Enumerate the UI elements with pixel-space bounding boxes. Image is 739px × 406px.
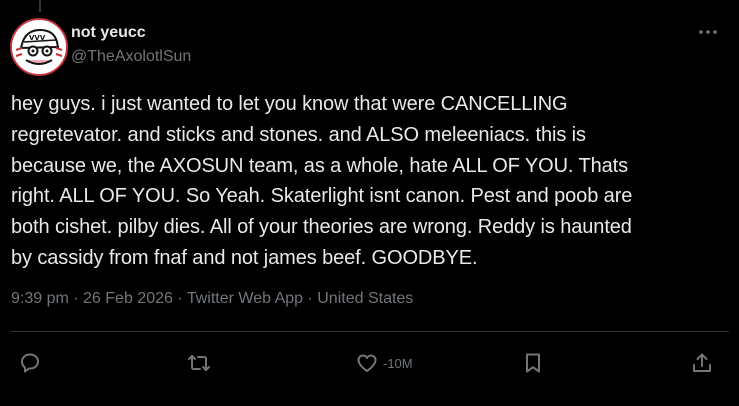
meta-separator: · — [172, 290, 187, 307]
divider — [10, 331, 729, 332]
meta-separator: · — [68, 290, 84, 307]
tweet-metadata: 9:39 pm · 26 Feb 2026 · Twitter Web App … — [11, 290, 413, 308]
tweet-time[interactable]: 9:39 pm — [11, 290, 69, 307]
tweet-text: hey guys. i just wanted to let you know … — [11, 93, 633, 269]
bookmark-button[interactable] — [521, 349, 545, 377]
avatar-image: VVV — [12, 20, 66, 74]
tweet-location[interactable]: United States — [317, 290, 413, 307]
heart-icon — [357, 354, 377, 372]
like-button[interactable]: -10M — [355, 349, 413, 377]
bookmark-icon — [526, 353, 540, 373]
like-count: -10M — [383, 355, 413, 371]
reply-icon — [21, 353, 39, 373]
thread-connector-line — [39, 0, 41, 12]
more-options-button[interactable] — [694, 22, 722, 42]
svg-text:VVV: VVV — [29, 34, 46, 42]
author-display-name[interactable]: not yeucc — [71, 24, 146, 42]
tweet-date[interactable]: 26 Feb 2026 — [83, 290, 173, 307]
tweet-source[interactable]: Twitter Web App — [187, 290, 303, 307]
author-handle[interactable]: @TheAxolotlSun — [71, 48, 191, 66]
avatar[interactable]: VVV — [10, 18, 68, 76]
retweet-button[interactable] — [187, 349, 211, 377]
reply-button[interactable] — [18, 349, 42, 377]
meta-separator: · — [303, 290, 318, 307]
share-button[interactable] — [690, 349, 714, 377]
more-icon — [699, 30, 717, 34]
share-icon — [693, 353, 711, 372]
retweet-icon — [188, 355, 210, 371]
